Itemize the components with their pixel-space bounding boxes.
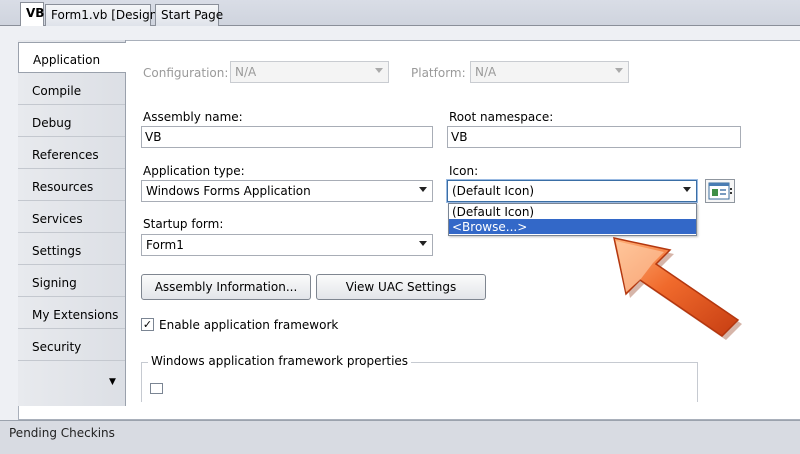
configuration-label: Configuration: bbox=[143, 66, 229, 80]
assembly-name-label: Assembly name: bbox=[143, 110, 243, 124]
sidebar-item-resources[interactable]: Resources bbox=[18, 170, 125, 201]
sidebar-item-security[interactable]: Security bbox=[18, 330, 125, 361]
pointer-arrow-icon bbox=[613, 237, 742, 340]
pending-checkins-panel: Pending Checkins bbox=[0, 420, 800, 454]
sidebar-scroll-down-icon[interactable]: ▼ bbox=[109, 377, 116, 387]
framework-properties-group bbox=[141, 362, 698, 402]
icon-label: Icon: bbox=[449, 164, 479, 178]
enable-framework-checkbox[interactable]: ✓ bbox=[141, 318, 154, 331]
view-uac-settings-button[interactable]: View UAC Settings bbox=[316, 274, 486, 300]
sidebar-item-my-extensions[interactable]: My Extensions bbox=[18, 298, 125, 329]
sidebar-item-compile[interactable]: Compile bbox=[18, 74, 125, 105]
framework-properties-group-label: Windows application framework properties bbox=[148, 354, 412, 368]
chevron-down-icon bbox=[375, 68, 383, 73]
framework-option-checkbox[interactable] bbox=[150, 383, 163, 394]
startup-form-value: Form1 bbox=[146, 238, 184, 252]
enable-framework-label: Enable application framework bbox=[159, 318, 339, 332]
icon-option-default[interactable]: (Default Icon) bbox=[449, 204, 696, 219]
startup-form-label: Startup form: bbox=[143, 217, 224, 231]
application-type-label: Application type: bbox=[143, 164, 245, 178]
sidebar-item-settings[interactable]: Settings bbox=[18, 234, 125, 265]
window-icon bbox=[708, 182, 732, 200]
configuration-select[interactable]: N/A bbox=[230, 61, 389, 83]
root-namespace-input[interactable]: VB bbox=[447, 126, 741, 148]
sidebar-item-signing[interactable]: Signing bbox=[18, 266, 125, 297]
chevron-down-icon bbox=[683, 187, 691, 192]
icon-preview bbox=[705, 179, 735, 203]
application-type-value: Windows Forms Application bbox=[146, 184, 311, 198]
platform-value: N/A bbox=[475, 65, 497, 79]
configuration-value: N/A bbox=[235, 65, 257, 79]
property-tabs-sidebar: Application Compile Debug References Res… bbox=[18, 40, 126, 406]
sidebar-item-references[interactable]: References bbox=[18, 138, 125, 169]
pending-checkins-toolbar bbox=[4, 444, 800, 454]
chevron-down-icon bbox=[615, 68, 623, 73]
tab-vb[interactable]: VB bbox=[20, 2, 44, 26]
pending-checkins-title: Pending Checkins bbox=[9, 426, 115, 440]
assembly-name-input[interactable]: VB bbox=[141, 126, 433, 148]
startup-form-select[interactable]: Form1 bbox=[141, 234, 433, 256]
tab-start-page[interactable]: Start Page bbox=[155, 4, 223, 26]
root-namespace-label: Root namespace: bbox=[449, 110, 554, 124]
assembly-information-button[interactable]: Assembly Information... bbox=[141, 274, 311, 300]
sidebar-item-debug[interactable]: Debug bbox=[18, 106, 125, 137]
sidebar-item-services[interactable]: Services bbox=[18, 202, 125, 233]
chevron-down-icon bbox=[419, 241, 427, 246]
platform-label: Platform: bbox=[411, 66, 466, 80]
icon-select[interactable]: (Default Icon) bbox=[446, 179, 698, 203]
tab-form1-design[interactable]: Form1.vb [Design] bbox=[45, 4, 162, 26]
chevron-down-icon bbox=[419, 187, 427, 192]
platform-select[interactable]: N/A bbox=[470, 61, 629, 83]
sidebar-item-application[interactable]: Application bbox=[18, 42, 126, 73]
application-type-select[interactable]: Windows Forms Application bbox=[141, 180, 433, 202]
icon-select-value: (Default Icon) bbox=[452, 184, 535, 198]
document-tab-strip: VB Form1.vb [Design] Start Page bbox=[0, 0, 800, 26]
